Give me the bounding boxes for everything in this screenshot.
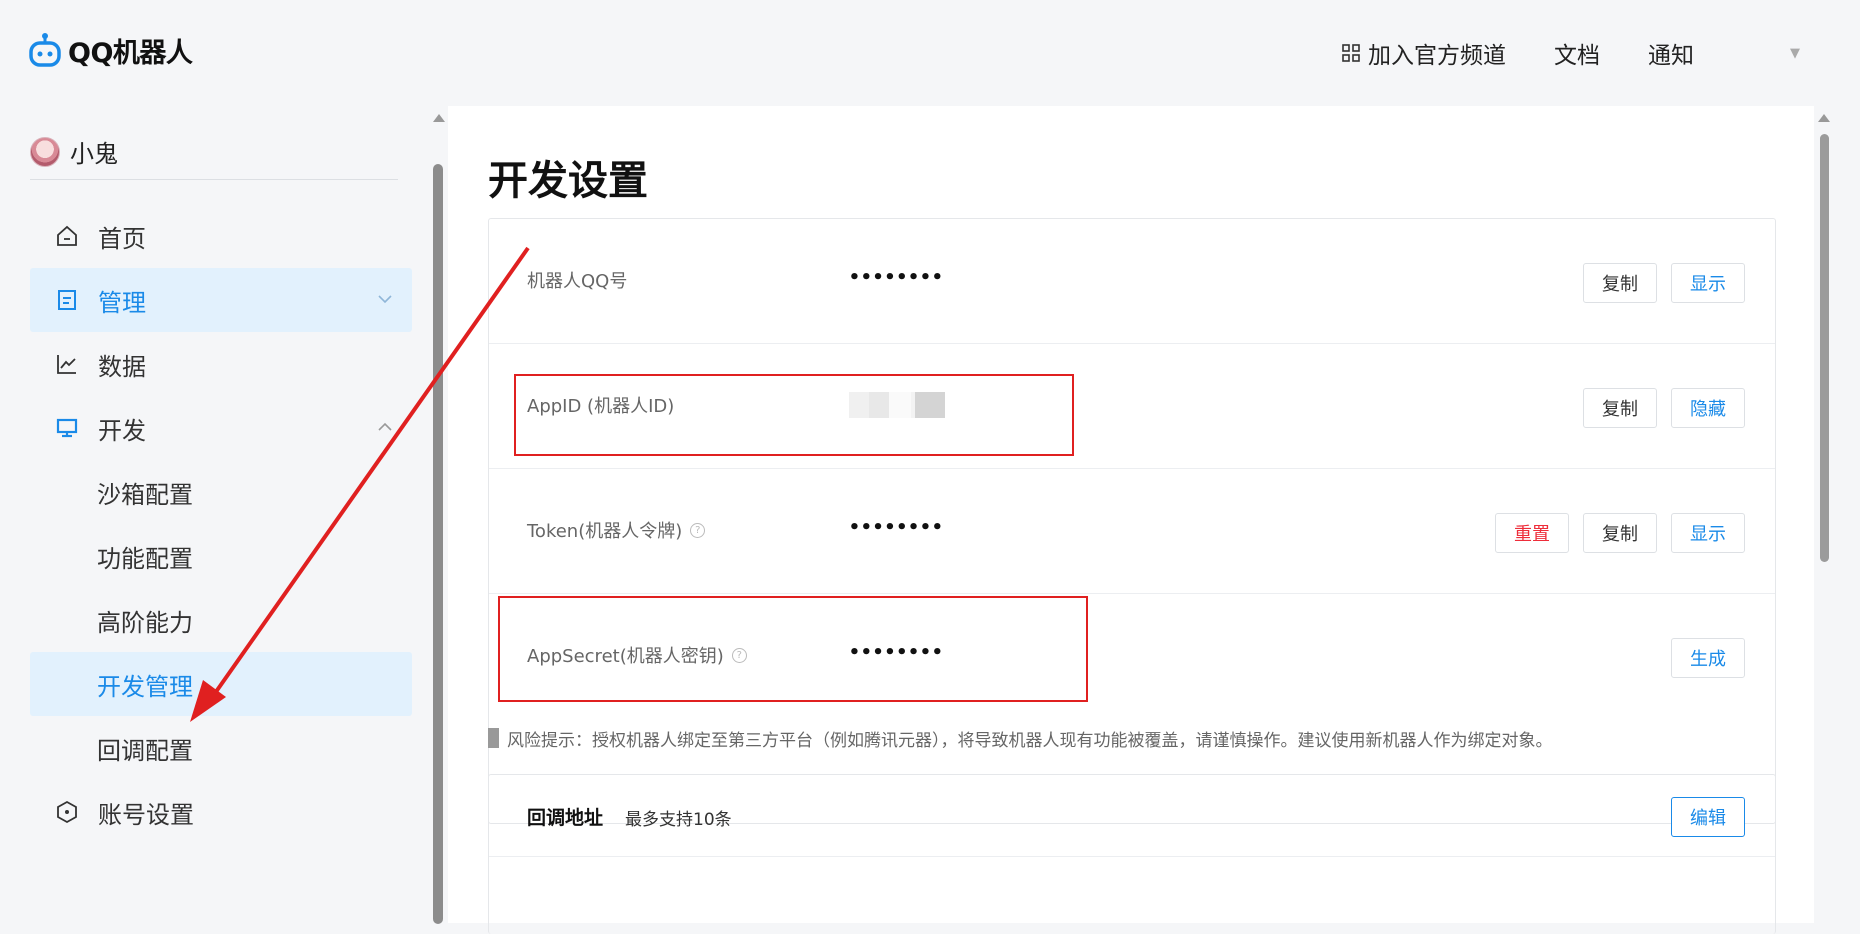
sidebar-item-label: 数据 — [98, 352, 146, 381]
user-name: 小鬼 — [70, 140, 118, 168]
hexagon-icon — [54, 799, 80, 825]
risk-notice: 风险提示：授权机器人绑定至第三方平台（例如腾讯元器），将导致机器人现有功能被覆盖… — [488, 726, 1553, 751]
manage-icon — [54, 287, 80, 313]
nav-join-channel-label: 加入官方频道 — [1368, 43, 1506, 69]
callback-header: 回调地址 最多支持10条 编辑 — [489, 775, 1775, 857]
sidebar-scrollbar[interactable] — [430, 114, 446, 924]
callback-title: 回调地址 — [527, 807, 604, 829]
nav-notice[interactable]: 通知 — [1648, 36, 1694, 70]
credential-value: •••••••• — [849, 517, 944, 538]
top-nav: 加入官方频道 文档 通知 ▼ — [1342, 36, 1800, 70]
credential-label-text: 机器人QQ号 — [527, 271, 628, 292]
help-icon[interactable]: ? — [731, 647, 747, 663]
sidebar-item-label: 沙箱配置 — [97, 480, 193, 509]
scrollbar-thumb[interactable] — [1820, 134, 1829, 562]
chart-icon — [54, 351, 80, 377]
reset-button[interactable]: 重置 — [1495, 513, 1569, 553]
sidebar-item-dev[interactable]: 开发 — [30, 396, 412, 460]
grid-icon — [1342, 44, 1360, 62]
user-profile[interactable]: 小鬼 — [30, 130, 398, 180]
logo[interactable]: QQ机器人 — [28, 28, 193, 72]
sidebar-item-advanced[interactable]: 高阶能力 — [30, 588, 412, 652]
sidebar-item-features[interactable]: 功能配置 — [30, 524, 412, 588]
chevron-up-icon — [378, 422, 392, 431]
show-button[interactable]: 显示 — [1671, 513, 1745, 553]
nav-docs-label: 文档 — [1554, 43, 1600, 69]
sidebar-item-label: 高阶能力 — [97, 608, 193, 637]
credential-actions: 重置 复制 显示 — [1495, 513, 1745, 553]
credential-label-text: Token(机器人令牌) — [527, 521, 683, 542]
callback-card: 回调地址 最多支持10条 编辑 — [488, 774, 1776, 934]
sidebar-item-manage[interactable]: 管理 — [30, 268, 412, 332]
credential-label: AppSecret(机器人密钥) ? — [527, 642, 747, 668]
credential-row-appid: AppID (机器人ID) 复制 隐藏 — [489, 344, 1775, 469]
sidebar-item-dev-manage[interactable]: 开发管理 — [30, 652, 412, 716]
sidebar-menu: 首页 管理 数据 开发 沙箱配置 功能配置 高阶能力 开发管理 回调配置 账号设… — [30, 204, 412, 844]
top-header: QQ机器人 加入官方频道 文档 通知 ▼ — [0, 0, 1860, 104]
show-button[interactable]: 显示 — [1671, 263, 1745, 303]
credential-value: •••••••• — [849, 642, 944, 663]
page-title: 开发设置 — [488, 158, 648, 204]
credential-actions: 复制 隐藏 — [1583, 388, 1745, 428]
sidebar-item-label: 首页 — [98, 224, 146, 253]
generate-button[interactable]: 生成 — [1671, 638, 1745, 678]
risk-notice-text: 风险提示：授权机器人绑定至第三方平台（例如腾讯元器），将导致机器人现有功能被覆盖… — [507, 730, 1553, 751]
credential-actions: 生成 — [1671, 638, 1745, 678]
account-dropdown-caret-icon[interactable]: ▼ — [1790, 46, 1800, 61]
logo-text: QQ机器人 — [68, 37, 193, 69]
sidebar-item-label: 回调配置 — [97, 736, 193, 765]
sidebar-item-label: 账号设置 — [98, 800, 194, 829]
sidebar-item-sandbox[interactable]: 沙箱配置 — [30, 460, 412, 524]
credential-label: Token(机器人令牌) ? — [527, 517, 706, 543]
sidebar-item-callback[interactable]: 回调配置 — [30, 716, 412, 780]
credential-row-appsecret: AppSecret(机器人密钥) ? •••••••• 生成 — [489, 594, 1775, 719]
scroll-up-arrow-icon[interactable] — [1818, 114, 1830, 122]
robot-icon — [29, 33, 61, 67]
main-content: 开发设置 机器人QQ号 •••••••• 复制 显示 AppID (机器人ID) — [448, 106, 1814, 934]
sidebar-item-label: 功能配置 — [97, 544, 193, 573]
monitor-icon — [54, 415, 80, 441]
home-icon — [54, 223, 80, 249]
main-scrollbar[interactable] — [1816, 114, 1832, 923]
credential-label-text: AppID (机器人ID) — [527, 396, 675, 417]
credential-value: •••••••• — [849, 267, 944, 288]
credential-actions: 复制 显示 — [1583, 263, 1745, 303]
credential-label: AppID (机器人ID) — [527, 392, 674, 418]
copy-button[interactable]: 复制 — [1583, 513, 1657, 553]
credential-row-qq: 机器人QQ号 •••••••• 复制 显示 — [489, 219, 1775, 344]
callback-subtitle: 最多支持10条 — [625, 810, 732, 830]
nav-docs[interactable]: 文档 — [1554, 36, 1600, 70]
avatar — [30, 136, 60, 167]
sidebar-item-data[interactable]: 数据 — [30, 332, 412, 396]
edit-button[interactable]: 编辑 — [1671, 797, 1745, 837]
sidebar: 小鬼 首页 管理 数据 开发 沙箱配置 功能配置 高阶能力 开发管理 回调配置 … — [0, 104, 428, 923]
sidebar-item-home[interactable]: 首页 — [30, 204, 412, 268]
notice-marker — [488, 728, 499, 748]
scrollbar-thumb[interactable] — [433, 164, 443, 924]
hide-button[interactable]: 隐藏 — [1671, 388, 1745, 428]
credential-label: 机器人QQ号 — [527, 267, 627, 293]
sidebar-item-label: 开发管理 — [97, 672, 193, 701]
copy-button[interactable]: 复制 — [1583, 263, 1657, 303]
help-icon[interactable]: ? — [690, 522, 706, 538]
scroll-up-arrow-icon[interactable] — [433, 114, 445, 122]
nav-join-channel[interactable]: 加入官方频道 — [1342, 36, 1506, 70]
nav-notice-label: 通知 — [1648, 43, 1694, 69]
copy-button[interactable]: 复制 — [1583, 388, 1657, 428]
sidebar-item-account[interactable]: 账号设置 — [30, 780, 412, 844]
sidebar-item-label: 管理 — [98, 288, 146, 317]
credential-label-text: AppSecret(机器人密钥) — [527, 646, 724, 667]
credential-value-blurred — [849, 392, 945, 418]
chevron-down-icon — [378, 295, 392, 304]
sidebar-item-label: 开发 — [98, 416, 146, 445]
credential-row-token: Token(机器人令牌) ? •••••••• 重置 复制 显示 — [489, 469, 1775, 594]
